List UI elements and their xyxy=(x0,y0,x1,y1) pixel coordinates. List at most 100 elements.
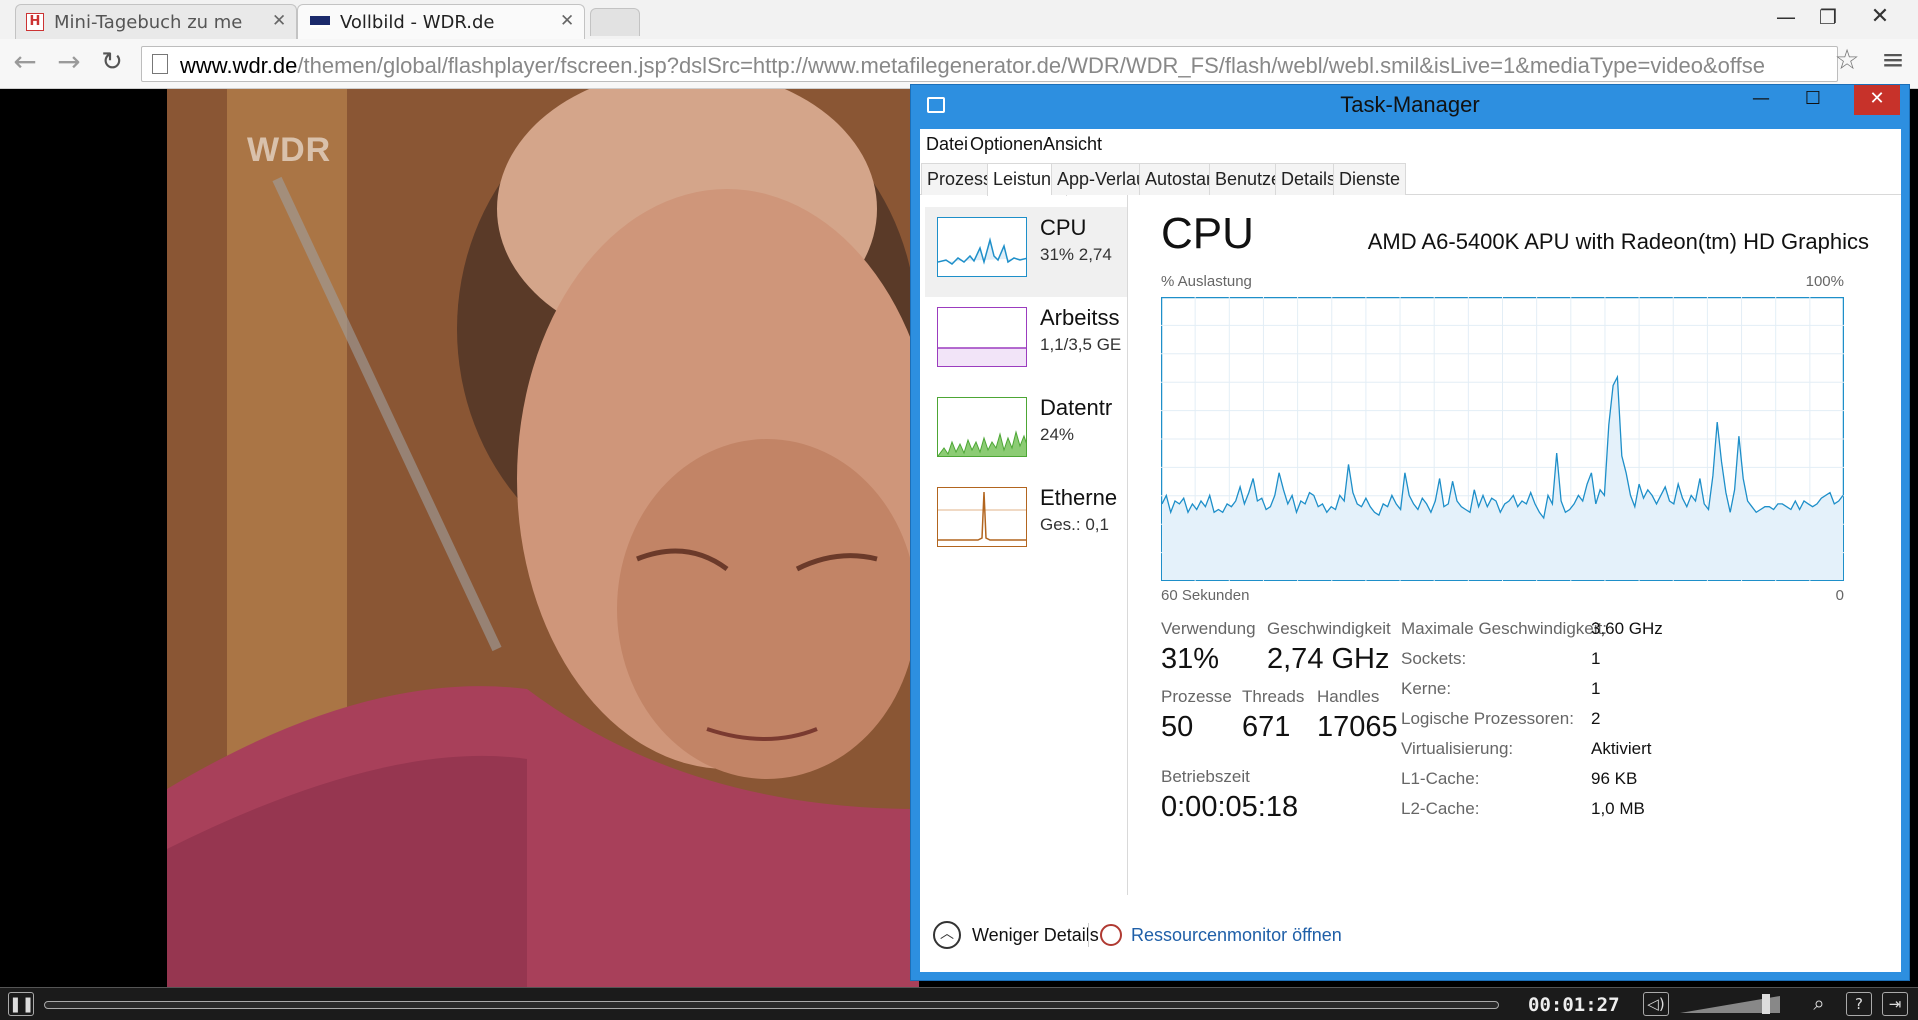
new-tab-icon[interactable] xyxy=(590,8,640,36)
url-text: www.wdr.de/themen/global/flashplayer/fsc… xyxy=(180,53,1765,79)
memory-thumbnail xyxy=(937,307,1027,367)
resource-value: 24% xyxy=(1040,425,1075,444)
resource-list: CPU 31% 2,74 Arbeitss 1,1/3,5 GE Datentr… xyxy=(920,195,1128,895)
browser-toolbar: ← → ↻ www.wdr.de/themen/global/flashplay… xyxy=(0,39,1918,89)
disk-thumbnail xyxy=(937,397,1027,457)
menu-icon[interactable]: ≡ xyxy=(1876,45,1910,79)
menu-optionen[interactable]: Optionen xyxy=(970,134,1043,155)
tab-tagebuch[interactable]: H Mini-Tagebuch zu meinen ✕ xyxy=(15,4,297,39)
menu-datei[interactable]: Datei xyxy=(926,134,968,155)
restore-icon[interactable]: ❐ xyxy=(1808,2,1848,34)
spec-value: 1 xyxy=(1591,649,1601,668)
reload-icon[interactable]: ↻ xyxy=(95,47,129,81)
footer-divider xyxy=(1088,923,1089,947)
spec-value: Aktiviert xyxy=(1591,739,1652,758)
x-axis-right-label: 0 xyxy=(1835,587,1844,604)
y-axis-label: % Auslastung xyxy=(1161,273,1252,290)
task-manager-window: Task-Manager — ☐ ✕ Datei Optionen Ansich… xyxy=(910,84,1910,981)
menu-bar: Datei Optionen Ansicht xyxy=(920,129,1901,159)
handles-label: Handles xyxy=(1317,687,1380,706)
forward-icon[interactable]: → xyxy=(52,47,86,81)
spec-key: L2-Cache: xyxy=(1401,799,1480,818)
tab-title: Vollbild - WDR.de xyxy=(340,12,495,33)
spec-value: 3,60 GHz xyxy=(1591,619,1663,638)
tab-strip: H Mini-Tagebuch zu meinen ✕ Vollbild - W… xyxy=(0,0,1918,39)
spec-key: L1-Cache: xyxy=(1401,769,1480,788)
prozesse-value: 50 xyxy=(1161,711,1194,743)
resource-name: Datentr xyxy=(1040,395,1113,420)
back-icon[interactable]: ← xyxy=(8,47,42,81)
betriebszeit-label: Betriebszeit xyxy=(1161,767,1250,786)
threads-label: Threads xyxy=(1242,687,1305,706)
spec-key: Sockets: xyxy=(1401,649,1467,668)
seek-bar[interactable] xyxy=(44,1001,1499,1009)
url-path: /themen/global/flashplayer/fscreen.jsp?d… xyxy=(297,53,1765,78)
pause-icon[interactable]: ❚❚ xyxy=(8,992,34,1016)
tab-dienste[interactable]: Dienste xyxy=(1333,163,1407,195)
resource-name: CPU xyxy=(1040,215,1087,240)
betriebszeit-value: 0:00:05:18 xyxy=(1161,791,1299,823)
resource-item-cpu[interactable]: CPU 31% 2,74 xyxy=(925,207,1127,297)
menu-ansicht[interactable]: Ansicht xyxy=(1043,134,1102,155)
help-icon[interactable]: ? xyxy=(1846,992,1872,1016)
exit-fullscreen-icon[interactable]: ⇥ xyxy=(1882,992,1908,1016)
task-manager-body: Datei Optionen Ansicht Prozesse Leistung… xyxy=(920,129,1901,972)
tab-bar: Prozesse Leistung App-Verlauf Autostart … xyxy=(920,163,1901,196)
video-frame: WDR xyxy=(167,89,919,987)
less-details-link[interactable]: Weniger Details xyxy=(972,925,1099,946)
tab-details[interactable]: Details xyxy=(1275,163,1343,195)
resource-value: 31% 2,74 xyxy=(1040,245,1112,264)
tab-close-icon[interactable]: ✕ xyxy=(272,11,286,31)
wdr-logo: WDR xyxy=(247,131,332,169)
volume-slider[interactable] xyxy=(1680,994,1780,1014)
resource-name: Etherne xyxy=(1040,485,1118,510)
spec-key: Virtualisierung: xyxy=(1401,739,1514,758)
resource-value: 1,1/3,5 GE xyxy=(1040,335,1122,354)
bookmark-star-icon[interactable]: ☆ xyxy=(1830,45,1864,79)
verwendung-label: Verwendung xyxy=(1161,619,1256,638)
resource-item-ethernet[interactable]: Etherne Ges.: 0,1 xyxy=(925,477,1127,567)
cpu-usage-graph xyxy=(1161,297,1844,581)
prozesse-label: Prozesse xyxy=(1161,687,1232,706)
x-axis-left-label: 60 Sekunden xyxy=(1161,587,1250,604)
task-manager-titlebar[interactable]: Task-Manager — ☐ ✕ xyxy=(911,85,1909,129)
spec-value: 96 KB xyxy=(1591,769,1638,788)
address-bar[interactable]: www.wdr.de/themen/global/flashplayer/fsc… xyxy=(141,46,1838,82)
resource-item-memory[interactable]: Arbeitss 1,1/3,5 GE xyxy=(925,297,1127,387)
video-picture xyxy=(167,89,919,987)
resource-item-disk[interactable]: Datentr 24% xyxy=(925,387,1127,477)
chevron-up-icon[interactable]: ︿ xyxy=(933,921,961,949)
volume-icon[interactable]: ◁) xyxy=(1643,992,1669,1016)
spec-value: 1,0 MB xyxy=(1591,799,1645,818)
zoom-icon[interactable]: ⌕ xyxy=(1806,992,1832,1016)
geschwindigkeit-value: 2,74 GHz xyxy=(1267,643,1390,675)
wdr-favicon xyxy=(310,16,330,28)
timecode: 00:01:27 xyxy=(1528,994,1620,1016)
y-max-label: 100% xyxy=(1805,273,1844,290)
url-host: www.wdr.de xyxy=(180,53,298,78)
handles-value: 17065 xyxy=(1317,711,1398,743)
close-icon[interactable]: ✕ xyxy=(1854,85,1900,115)
cpu-thumbnail xyxy=(937,217,1027,277)
spec-key: Logische Prozessoren: xyxy=(1401,709,1574,728)
spec-value: 2 xyxy=(1591,709,1601,728)
close-icon[interactable]: ✕ xyxy=(1860,2,1900,34)
ethernet-thumbnail xyxy=(937,487,1027,547)
cpu-heading: CPU xyxy=(1161,209,1254,258)
open-resource-monitor-link[interactable]: Ressourcenmonitor öffnen xyxy=(1131,925,1342,946)
resource-name: Arbeitss xyxy=(1040,305,1120,330)
cpu-model: AMD A6-5400K APU with Radeon(tm) HD Grap… xyxy=(1367,229,1869,254)
tab-close-icon[interactable]: ✕ xyxy=(560,11,574,31)
spec-value: 1 xyxy=(1591,679,1601,698)
player-controls: ❚❚ 00:01:27 ◁) ⌕ ? ⇥ xyxy=(0,987,1918,1020)
task-manager-footer: ︿ Weniger Details Ressourcenmonitor öffn… xyxy=(920,909,1901,965)
resource-value: Ges.: 0,1 xyxy=(1040,515,1109,534)
verwendung-value: 31% xyxy=(1161,643,1220,675)
maximize-icon[interactable]: ☐ xyxy=(1791,85,1835,115)
tab-wdr[interactable]: Vollbild - WDR.de ✕ xyxy=(297,4,585,39)
minimize-icon[interactable]: — xyxy=(1739,85,1783,115)
geschwindigkeit-label: Geschwindigkeit xyxy=(1267,619,1391,638)
spec-key: Maximale Geschwindigkeit: xyxy=(1401,619,1607,638)
cpu-detail-pane: CPU AMD A6-5400K APU with Radeon(tm) HD … xyxy=(1128,195,1901,895)
minimize-icon[interactable]: — xyxy=(1766,2,1806,34)
